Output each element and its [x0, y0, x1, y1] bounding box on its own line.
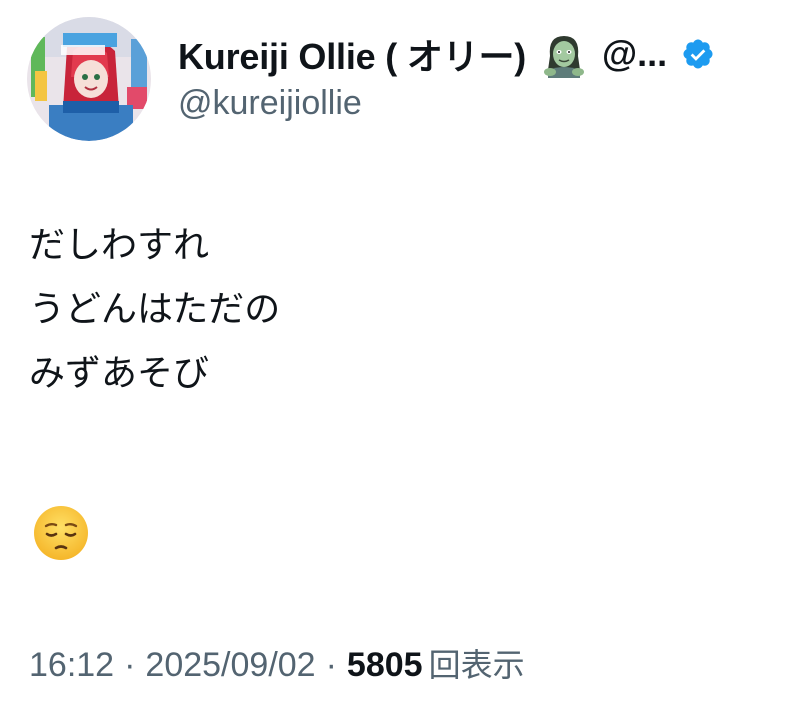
handle[interactable]: @kureijiollie	[178, 84, 778, 123]
avatar[interactable]	[27, 17, 151, 141]
author-header: Kureiji Ollie ( オリー) @... @kureijiollie	[178, 28, 778, 123]
pensive-face-emoji-icon	[32, 504, 90, 562]
tweet-line-3: みずあそび	[29, 353, 210, 394]
zombie-woman-emoji-icon	[540, 30, 588, 78]
views-count[interactable]: 5805	[347, 646, 423, 685]
avatar-image	[27, 17, 151, 141]
tweet-date[interactable]: 2025/09/02	[145, 646, 315, 685]
verified-badge-icon[interactable]	[681, 37, 715, 71]
views-label: 回表示	[428, 646, 525, 684]
meta-separator: ·	[325, 646, 337, 684]
name-row: Kureiji Ollie ( オリー) @...	[178, 28, 778, 80]
display-name[interactable]: Kureiji Ollie ( オリー)	[178, 28, 526, 80]
tweet-body: だしわすれ うどんはただの みずあそび	[29, 214, 280, 406]
tweet-meta: 16:12 · 2025/09/02 · 5805 回表示	[29, 640, 525, 686]
handle-truncated[interactable]: @...	[602, 33, 667, 75]
tweet-line-1: だしわすれ	[29, 225, 210, 266]
tweet-card: Kureiji Ollie ( オリー) @... @kureijiollie …	[0, 0, 788, 718]
tweet-line-2: うどんはただの	[29, 289, 281, 330]
meta-separator: ·	[124, 646, 136, 684]
tweet-time[interactable]: 16:12	[29, 646, 114, 685]
